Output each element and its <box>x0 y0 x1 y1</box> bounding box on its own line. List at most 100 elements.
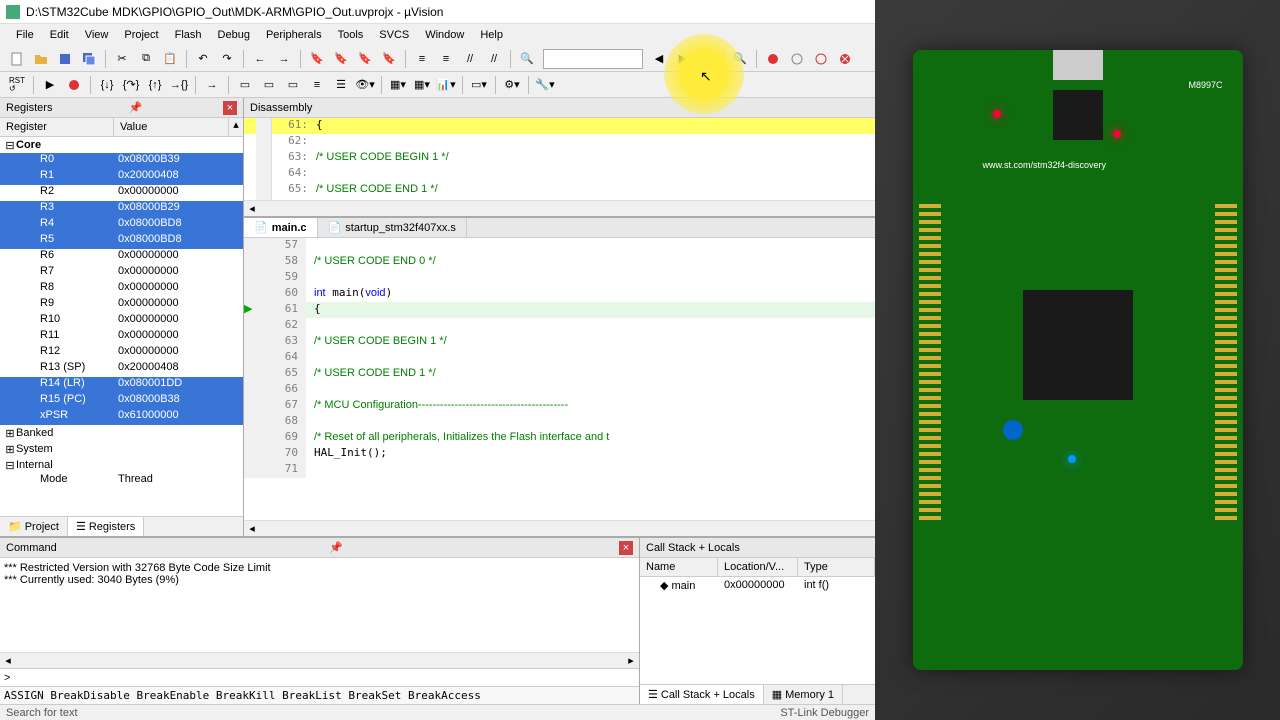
status-search[interactable]: Search for text <box>6 707 78 719</box>
editor-line[interactable]: 65 /* USER CODE END 1 */ <box>244 366 875 382</box>
breakpoint-enable-button[interactable] <box>786 48 808 70</box>
toolbox-button[interactable]: 🔧▾ <box>534 74 556 96</box>
step-over-button[interactable]: {↷} <box>120 74 142 96</box>
editor-line[interactable]: 58/* USER CODE END 0 */ <box>244 254 875 270</box>
registers-window-button[interactable]: ≡ <box>306 74 328 96</box>
find-combo[interactable] <box>543 49 643 69</box>
disasm-line[interactable]: 65: /* USER CODE END 1 */ <box>244 182 875 198</box>
editor-line[interactable]: 71 <box>244 462 875 478</box>
breakpoint-disable-button[interactable] <box>810 48 832 70</box>
disasm-line[interactable]: 62: <box>244 134 875 150</box>
editor-line[interactable]: 67 /* MCU Configuration-----------------… <box>244 398 875 414</box>
disasm-line[interactable]: 64: <box>244 166 875 182</box>
scroll-up-icon[interactable]: ▴ <box>229 118 243 136</box>
command-output[interactable]: *** Restricted Version with 32768 Byte C… <box>0 558 639 652</box>
step-in-button[interactable]: {↓} <box>96 74 118 96</box>
breakpoint-kill-button[interactable] <box>834 48 856 70</box>
register-row[interactable]: R120x00000000 <box>0 345 243 361</box>
close-icon[interactable]: × <box>223 101 237 115</box>
open-file-button[interactable] <box>30 48 52 70</box>
register-row[interactable]: R20x00000000 <box>0 185 243 201</box>
register-row[interactable]: R70x00000000 <box>0 265 243 281</box>
registers-tree[interactable]: ⊟ Core R00x08000B39R10x20000408R20x00000… <box>0 137 243 516</box>
register-row[interactable]: R50x08000BD8 <box>0 233 243 249</box>
expander-icon[interactable]: ⊟ <box>4 139 16 152</box>
menu-view[interactable]: View <box>77 27 117 43</box>
paste-button[interactable]: 📋 <box>159 48 181 70</box>
col-register[interactable]: Register <box>0 118 114 136</box>
close-icon[interactable]: × <box>619 541 633 555</box>
reg-group-system[interactable]: ⊞System <box>0 441 243 457</box>
save-button[interactable] <box>54 48 76 70</box>
register-row[interactable]: R40x08000BD8 <box>0 217 243 233</box>
comment-button[interactable]: // <box>459 48 481 70</box>
tab-startup[interactable]: 📄startup_stm32f407xx.s <box>318 218 467 237</box>
menu-flash[interactable]: Flash <box>167 27 210 43</box>
menu-window[interactable]: Window <box>417 27 472 43</box>
nav-fwd-button[interactable]: → <box>273 48 295 70</box>
stop-button[interactable] <box>63 74 85 96</box>
editor-line[interactable]: 60int main(void) <box>244 286 875 302</box>
command-scrollbar[interactable]: ◂▸ <box>0 652 639 668</box>
editor-line[interactable]: ▶61{ <box>244 302 875 318</box>
pin-icon[interactable]: 📌 <box>329 541 343 554</box>
col-type[interactable]: Type <box>798 558 875 576</box>
bookmark-button[interactable]: 🔖 <box>306 48 328 70</box>
register-row[interactable]: R80x00000000 <box>0 281 243 297</box>
editor-line[interactable]: 66 <box>244 382 875 398</box>
tab-main-c[interactable]: 📄main.c <box>244 218 318 237</box>
editor-line[interactable]: 64 <box>244 350 875 366</box>
save-all-button[interactable] <box>78 48 100 70</box>
register-row[interactable]: R100x00000000 <box>0 313 243 329</box>
cmd-window-button[interactable]: ▭ <box>234 74 256 96</box>
bookmark-clear-button[interactable]: 🔖 <box>378 48 400 70</box>
run-button[interactable]: ▶ <box>39 74 61 96</box>
reg-group-banked[interactable]: ⊞Banked <box>0 425 243 441</box>
bookmark-next-button[interactable]: 🔖 <box>354 48 376 70</box>
menu-svcs[interactable]: SVCS <box>371 27 417 43</box>
disasm-line[interactable]: 63: /* USER CODE BEGIN 1 */ <box>244 150 875 166</box>
reg-group-internal[interactable]: ⊟Internal <box>0 457 243 473</box>
show-next-button[interactable]: → <box>201 74 223 96</box>
editor-line[interactable]: 69 /* Reset of all peripherals, Initiali… <box>244 430 875 446</box>
debug-session-button[interactable]: 🔍 <box>729 48 751 70</box>
tab-project[interactable]: 📁Project <box>0 517 68 536</box>
bookmark-prev-button[interactable]: 🔖 <box>330 48 352 70</box>
register-row[interactable]: R30x08000B29 <box>0 201 243 217</box>
tab-memory[interactable]: ▦Memory 1 <box>764 685 843 704</box>
menu-edit[interactable]: Edit <box>42 27 77 43</box>
serial-window-button[interactable]: ▦▾ <box>411 74 433 96</box>
symbols-window-button[interactable]: ▭ <box>282 74 304 96</box>
outdent-button[interactable]: ≡ <box>435 48 457 70</box>
command-input[interactable]: > <box>0 668 639 686</box>
register-row[interactable]: xPSR0x61000000 <box>0 409 243 425</box>
editor-line[interactable]: 70 HAL_Init(); <box>244 446 875 462</box>
editor-content[interactable]: 5758/* USER CODE END 0 */5960int main(vo… <box>244 238 875 520</box>
find-button[interactable]: 🔍 <box>516 48 538 70</box>
uncomment-button[interactable]: // <box>483 48 505 70</box>
pin-icon[interactable]: 📌 <box>129 101 143 114</box>
register-row[interactable]: R15 (PC)0x08000B38 <box>0 393 243 409</box>
find-next-button[interactable]: ▶ <box>672 48 694 70</box>
editor-line[interactable]: 63 /* USER CODE BEGIN 1 */ <box>244 334 875 350</box>
watch-window-button[interactable]: 👁▾ <box>354 74 376 96</box>
system-viewer-button[interactable]: ⚙▾ <box>501 74 523 96</box>
reg-group-core[interactable]: ⊟ Core <box>0 137 243 153</box>
menu-project[interactable]: Project <box>116 27 166 43</box>
register-row[interactable]: R00x08000B39 <box>0 153 243 169</box>
nav-back-button[interactable]: ← <box>249 48 271 70</box>
editor-line[interactable]: 62 <box>244 318 875 334</box>
callstack-row[interactable]: ◆ main 0x00000000 int f() <box>640 577 875 594</box>
reset-button[interactable]: RST↺ <box>6 74 28 96</box>
editor-line[interactable]: 57 <box>244 238 875 254</box>
editor-scrollbar[interactable]: ◂ <box>244 520 875 536</box>
tab-registers[interactable]: ☰Registers <box>68 517 144 536</box>
register-row[interactable]: R110x00000000 <box>0 329 243 345</box>
disasm-line[interactable]: 61: { <box>244 118 875 134</box>
tab-callstack[interactable]: ☰Call Stack + Locals <box>640 685 764 704</box>
editor-line[interactable]: 59 <box>244 270 875 286</box>
col-location[interactable]: Location/V... <box>718 558 798 576</box>
menu-file[interactable]: File <box>8 27 42 43</box>
disassembly-content[interactable]: 61: {62: 63: /* USER CODE BEGIN 1 */64: … <box>244 118 875 200</box>
col-name[interactable]: Name <box>640 558 718 576</box>
